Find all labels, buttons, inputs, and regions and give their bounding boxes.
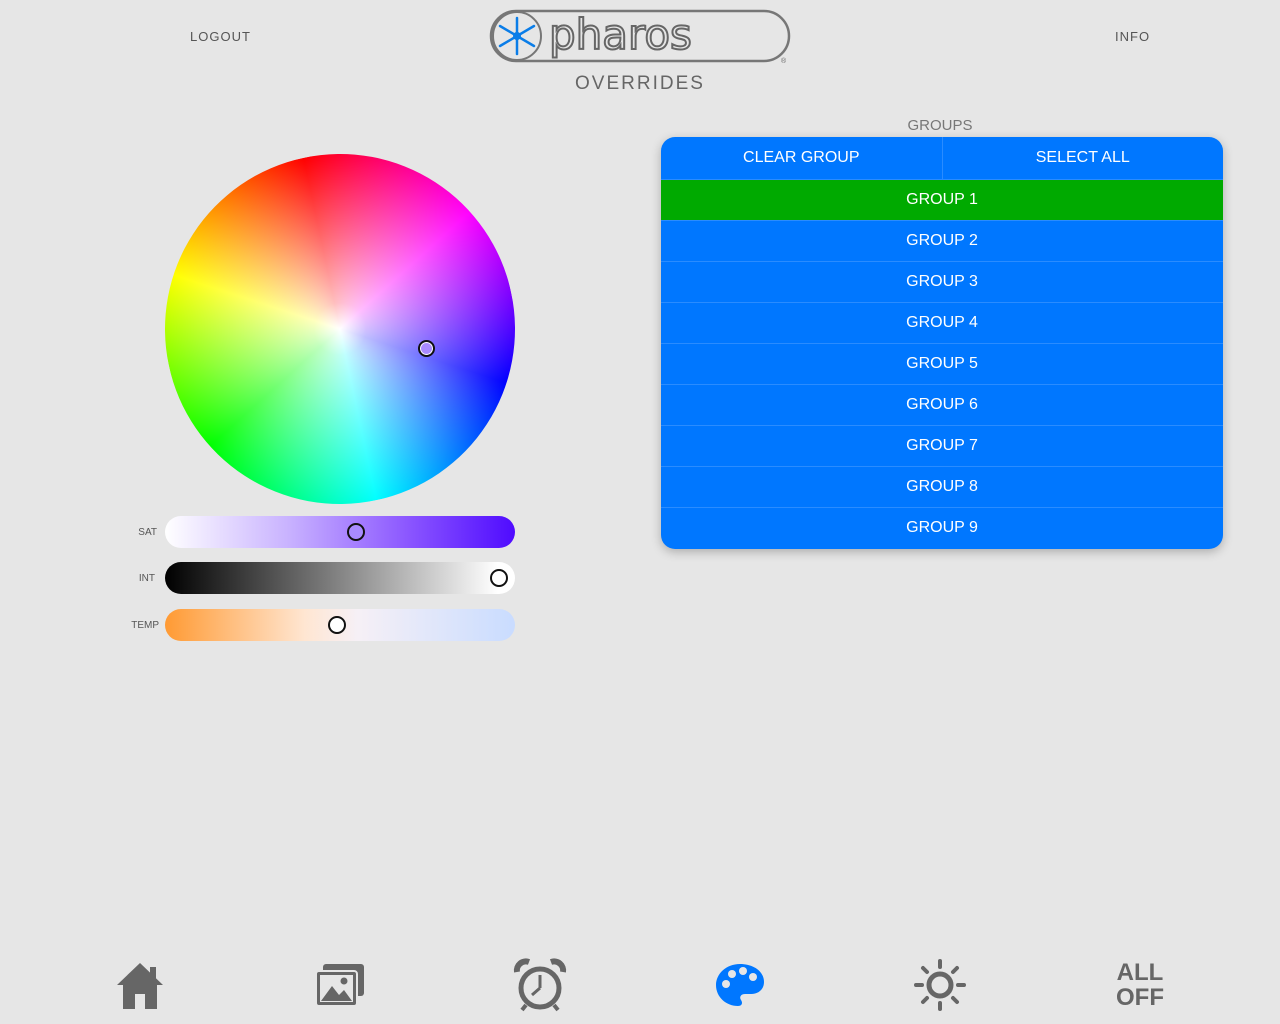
info-link[interactable]: INFO <box>1115 29 1150 44</box>
group-row[interactable]: GROUP 6 <box>661 385 1223 426</box>
pharos-logo: pharos ® <box>489 9 791 65</box>
group-actions: CLEAR GROUP SELECT ALL <box>661 137 1223 180</box>
all-off-line2: OFF <box>1116 984 1164 1011</box>
nav-intensity-button[interactable] <box>910 955 970 1015</box>
alarm-clock-icon <box>513 958 567 1012</box>
logo-wordmark: pharos <box>549 10 692 59</box>
group-list: GROUP 1 GROUP 2 GROUP 3 GROUP 4 GROUP 5 … <box>661 180 1223 548</box>
group-row[interactable]: GROUP 7 <box>661 426 1223 467</box>
page-title: OVERRIDES <box>575 73 705 94</box>
nav-schedule-button[interactable] <box>510 955 570 1015</box>
group-row[interactable]: GROUP 8 <box>661 467 1223 508</box>
nav-scenes-button[interactable] <box>310 955 370 1015</box>
temp-label: TEMP <box>131 620 159 631</box>
intensity-slider[interactable] <box>165 562 515 594</box>
nav-home-button[interactable] <box>110 955 170 1015</box>
group-row[interactable]: GROUP 4 <box>661 303 1223 344</box>
bottom-nav: ALL OFF <box>0 955 1280 1015</box>
sat-label: SAT <box>138 527 157 538</box>
intensity-slider-knob[interactable] <box>490 569 508 587</box>
int-label: INT <box>138 573 155 584</box>
clear-group-button[interactable]: CLEAR GROUP <box>661 137 942 179</box>
temperature-slider[interactable] <box>165 609 515 641</box>
groups-panel: CLEAR GROUP SELECT ALL GROUP 1 GROUP 2 G… <box>661 137 1223 549</box>
group-row[interactable]: GROUP 1 <box>661 180 1223 221</box>
sun-icon <box>914 959 966 1011</box>
nav-color-button[interactable] <box>710 955 770 1015</box>
color-wheel-handle[interactable] <box>418 340 435 357</box>
palette-icon <box>716 964 764 1006</box>
groups-title: GROUPS <box>907 117 973 134</box>
select-all-button[interactable]: SELECT ALL <box>941 137 1224 179</box>
scenes-icon <box>315 964 364 1007</box>
temperature-slider-knob[interactable] <box>327 616 346 634</box>
color-wheel-gradient[interactable] <box>132 121 548 537</box>
saturation-slider[interactable] <box>165 516 515 548</box>
group-row[interactable]: GROUP 2 <box>661 221 1223 262</box>
registered-mark: ® <box>781 57 787 65</box>
all-off-button[interactable]: ALL OFF <box>1110 955 1170 1015</box>
group-row[interactable]: GROUP 5 <box>661 344 1223 385</box>
color-wheel[interactable] <box>132 121 548 537</box>
saturation-slider-knob[interactable] <box>346 523 365 541</box>
all-off-line1: ALL <box>1116 959 1164 986</box>
home-icon <box>117 963 163 1009</box>
logout-link[interactable]: LOGOUT <box>190 29 251 44</box>
group-row[interactable]: GROUP 3 <box>661 262 1223 303</box>
group-row[interactable]: GROUP 9 <box>661 508 1223 548</box>
